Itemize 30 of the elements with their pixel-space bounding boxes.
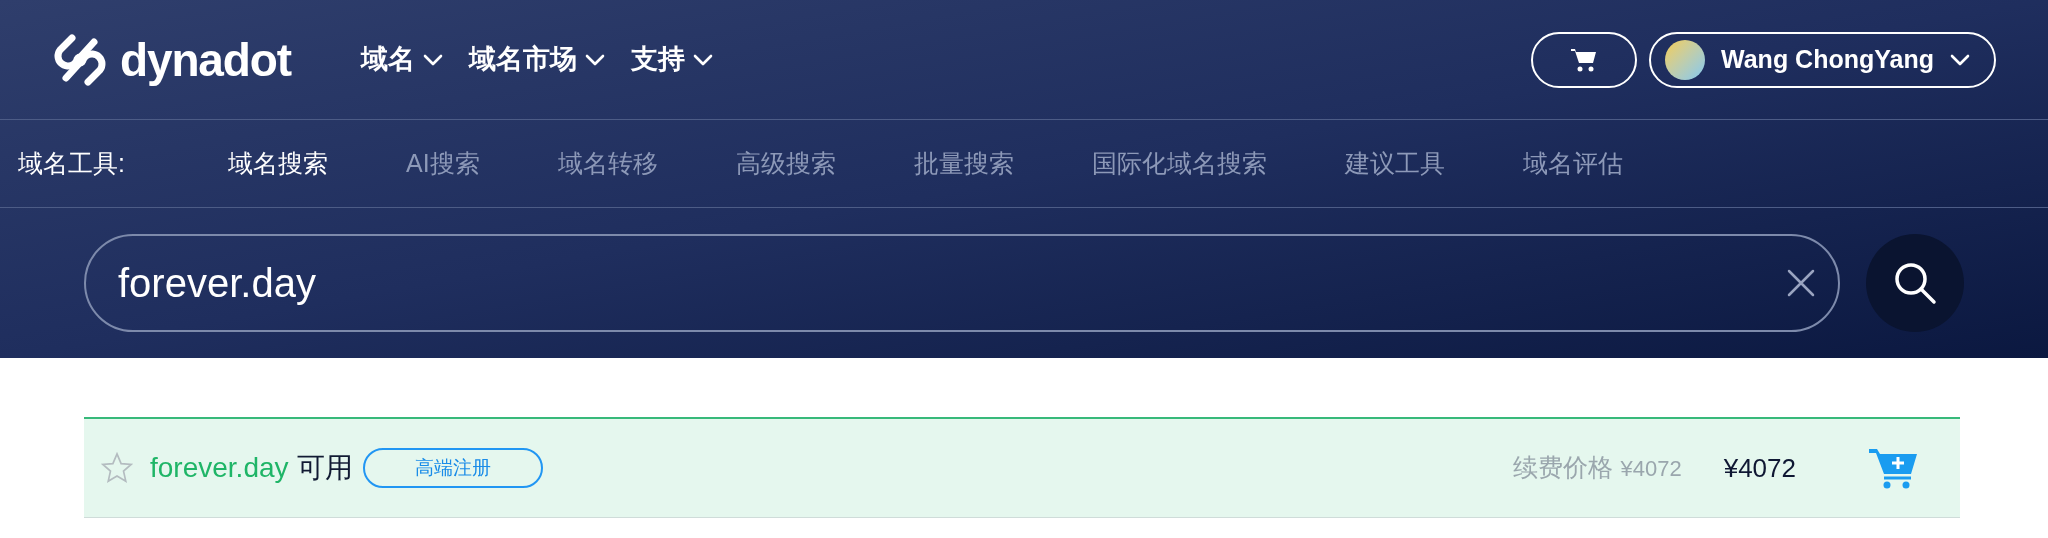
price: ¥4072 [1723, 451, 1796, 485]
chevron-down-icon [1950, 53, 1970, 66]
nav-menu-item[interactable]: 域名 [360, 39, 443, 80]
tool-tab[interactable]: 国际化域名搜索 [1091, 144, 1267, 183]
tool-tab[interactable]: 域名评估 [1522, 144, 1623, 183]
cart-button[interactable] [1531, 31, 1638, 88]
tools-label: 域名工具: [18, 147, 126, 179]
tool-tab[interactable]: 域名转移 [557, 144, 658, 183]
clear-icon[interactable] [1786, 268, 1816, 298]
availability-status: 可用 [296, 451, 353, 485]
search-field[interactable]: forever.day [84, 234, 1840, 332]
tool-tab[interactable]: AI搜索 [406, 144, 480, 183]
nav-menu-item[interactable]: 支持 [630, 39, 713, 80]
chevron-down-icon [692, 53, 713, 66]
star-icon[interactable] [100, 451, 134, 485]
renewal-label: 续费价格 [1512, 452, 1613, 484]
chevron-down-icon [422, 53, 443, 66]
tool-tab[interactable]: 建议工具 [1344, 144, 1445, 183]
search-icon [1893, 261, 1937, 305]
chevron-down-icon [584, 53, 605, 66]
logo-icon [52, 31, 108, 88]
avatar [1665, 39, 1706, 80]
tool-tab[interactable]: 高级搜索 [735, 144, 836, 183]
tool-tab[interactable]: 域名搜索 [228, 144, 328, 183]
tool-tab[interactable]: 批量搜索 [913, 144, 1014, 183]
add-to-cart-icon[interactable] [1868, 447, 1918, 489]
renewal-price: ¥4072 [1620, 454, 1682, 483]
nav-menu-item[interactable]: 域名市场 [468, 39, 605, 80]
user-menu-button[interactable]: Wang ChongYang [1649, 31, 1996, 88]
premium-badge: 高端注册 [362, 448, 543, 488]
